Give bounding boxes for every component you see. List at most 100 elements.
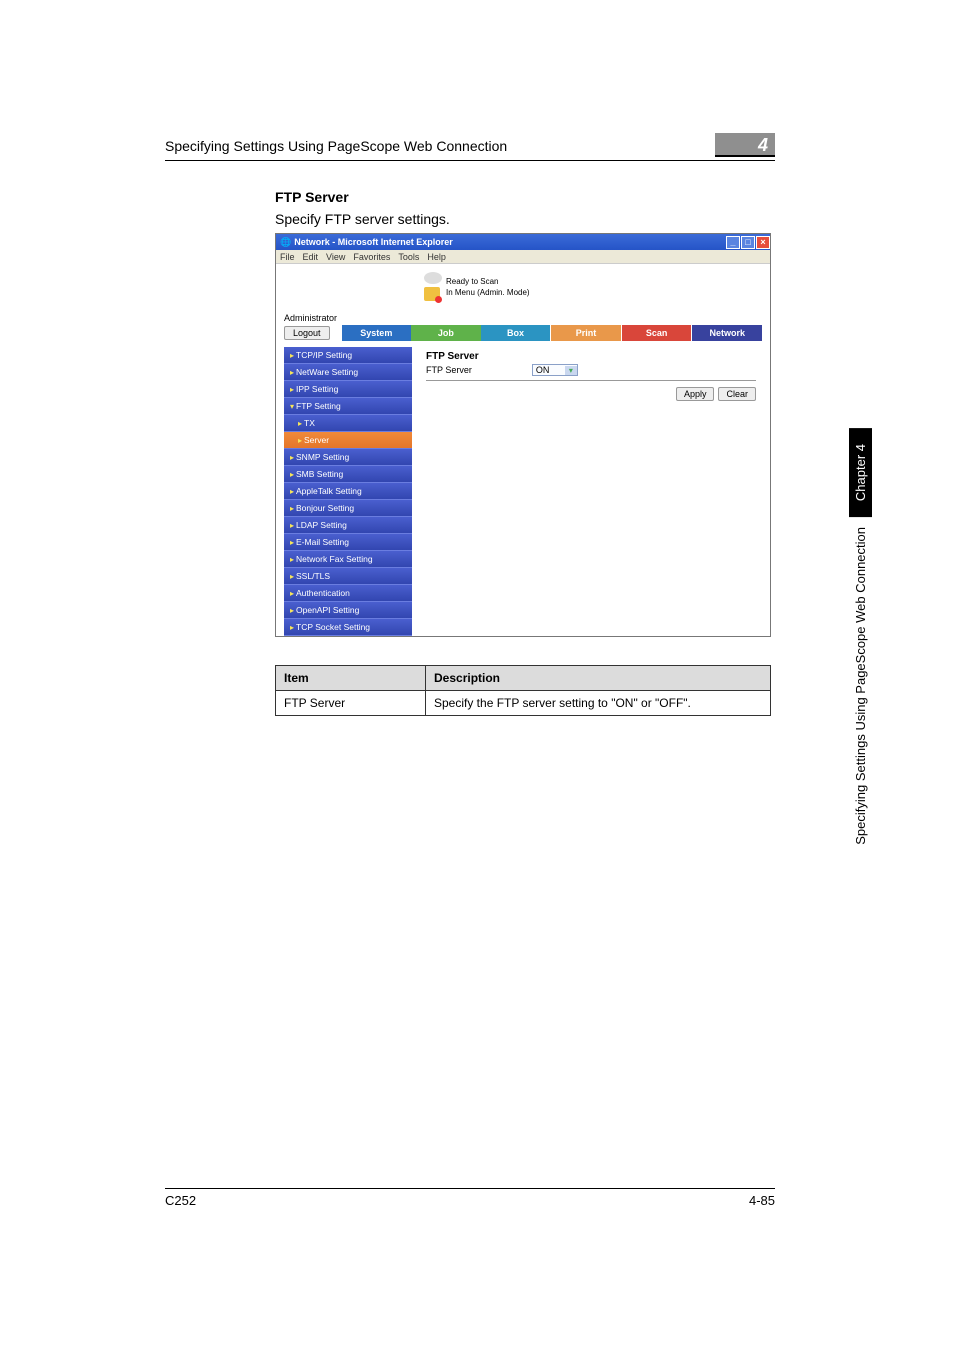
sidebar-item[interactable]: ▸TCP Socket Setting <box>284 619 412 636</box>
sidebar-item[interactable]: ▸SMB Setting <box>284 466 412 483</box>
chevron-down-icon: ▾ <box>565 366 577 375</box>
section-description: Specify FTP server settings. <box>275 211 775 227</box>
table-cell-desc: Specify the FTP server setting to "ON" o… <box>426 691 771 716</box>
caret-right-icon: ▸ <box>290 589 294 598</box>
table-head-desc: Description <box>426 666 771 691</box>
sidebar-item-label: SMB Setting <box>296 469 343 479</box>
window-title: Network - Microsoft Internet Explorer <box>294 237 453 247</box>
sidebar-item-label: TCP Socket Setting <box>296 622 370 632</box>
sidebar-item-label: E-Mail Setting <box>296 537 349 547</box>
sidebar-item-label: TX <box>304 418 315 428</box>
sidebar-item[interactable]: ▸OpenAPI Setting <box>284 602 412 619</box>
sidebar-item[interactable]: ▸Network Fax Setting <box>284 551 412 568</box>
caret-right-icon: ▸ <box>290 504 294 513</box>
role-label: Administrator <box>284 313 762 323</box>
tab-job[interactable]: Job <box>411 325 481 341</box>
tab-network[interactable]: Network <box>692 325 762 341</box>
menu-edit[interactable]: Edit <box>303 252 319 262</box>
side-tab-plain: Specifying Settings Using PageScope Web … <box>849 517 872 855</box>
close-icon[interactable]: × <box>756 236 770 249</box>
sidebar-item-label: OpenAPI Setting <box>296 605 359 615</box>
ftp-server-value: ON <box>536 365 550 375</box>
caret-down-icon: ▾ <box>290 402 294 411</box>
sidebar-item-label: SNMP Setting <box>296 452 349 462</box>
apply-button[interactable]: Apply <box>676 387 715 401</box>
caret-right-icon: ▸ <box>290 538 294 547</box>
caret-right-icon: ▸ <box>290 351 294 360</box>
sidebar-item-label: IPP Setting <box>296 384 338 394</box>
footer-left: C252 <box>165 1193 196 1208</box>
menu-help[interactable]: Help <box>427 252 446 262</box>
window-menubar[interactable]: File Edit View Favorites Tools Help <box>276 250 770 264</box>
caret-right-icon: ▸ <box>298 436 302 445</box>
printer-icon <box>424 272 442 284</box>
side-chapter-tab: Chapter 4 Specifying Settings Using Page… <box>847 428 873 1148</box>
caret-right-icon: ▸ <box>290 470 294 479</box>
caret-right-icon: ▸ <box>290 623 294 632</box>
side-tab-black: Chapter 4 <box>849 428 872 517</box>
menu-view[interactable]: View <box>326 252 345 262</box>
sidebar-item[interactable]: ▸SSL/TLS <box>284 568 412 585</box>
tab-box[interactable]: Box <box>481 325 551 341</box>
caret-right-icon: ▸ <box>290 368 294 377</box>
sidebar-item[interactable]: ▸LDAP Setting <box>284 517 412 534</box>
ftp-server-select[interactable]: ON ▾ <box>532 364 578 376</box>
sidebar-item-label: AppleTalk Setting <box>296 486 362 496</box>
sidebar-item[interactable]: ▸Bonjour Setting <box>284 500 412 517</box>
sidebar-item-label: Server <box>304 435 329 445</box>
caret-right-icon: ▸ <box>290 521 294 530</box>
caret-right-icon: ▸ <box>290 555 294 564</box>
page-header: Specifying Settings Using PageScope Web … <box>165 133 775 161</box>
chapter-badge: 4 <box>715 133 775 157</box>
sidebar-item-label: Bonjour Setting <box>296 503 354 513</box>
sidebar-item-label: Authentication <box>296 588 350 598</box>
clear-button[interactable]: Clear <box>718 387 756 401</box>
section-title: FTP Server <box>275 189 775 205</box>
page-footer: C252 4-85 <box>165 1188 775 1208</box>
table-cell-item: FTP Server <box>276 691 426 716</box>
window-titlebar: 🌐 Network - Microsoft Internet Explorer … <box>276 234 770 250</box>
caret-right-icon: ▸ <box>290 385 294 394</box>
caret-right-icon: ▸ <box>290 487 294 496</box>
ie-icon: 🌐 <box>280 237 291 248</box>
sidebar-item-label: Network Fax Setting <box>296 554 373 564</box>
sidebar-item[interactable]: ▸IPP Setting <box>284 381 412 398</box>
menu-favorites[interactable]: Favorites <box>353 252 390 262</box>
tab-print[interactable]: Print <box>551 325 621 341</box>
caret-right-icon: ▸ <box>298 419 302 428</box>
sidebar-item-label: FTP Setting <box>296 401 341 411</box>
sidebar-item[interactable]: ▸Authentication <box>284 585 412 602</box>
sidebar-item[interactable]: ▸TCP/IP Setting <box>284 347 412 364</box>
ftp-server-label: FTP Server <box>426 365 472 375</box>
sidebar-item-label: TCP/IP Setting <box>296 350 352 360</box>
caret-right-icon: ▸ <box>290 453 294 462</box>
sidebar-item[interactable]: ▾FTP Setting <box>284 398 412 415</box>
main-panel: FTP Server FTP Server ON ▾ Apply Clear <box>420 347 762 636</box>
sidebar-item-label: LDAP Setting <box>296 520 347 530</box>
embedded-screenshot: 🌐 Network - Microsoft Internet Explorer … <box>275 233 771 637</box>
caret-right-icon: ▸ <box>290 572 294 581</box>
status-mode: In Menu (Admin. Mode) <box>446 288 530 297</box>
minimize-icon[interactable]: _ <box>726 236 740 249</box>
tab-system[interactable]: System <box>342 325 412 341</box>
sidebar-item[interactable]: ▸E-Mail Setting <box>284 534 412 551</box>
panel-heading: FTP Server <box>426 351 756 362</box>
tab-scan[interactable]: Scan <box>622 325 692 341</box>
header-title: Specifying Settings Using PageScope Web … <box>165 138 715 154</box>
caret-right-icon: ▸ <box>290 606 294 615</box>
sidebar-item[interactable]: ▸AppleTalk Setting <box>284 483 412 500</box>
sidebar-item[interactable]: ▸TX <box>284 415 412 432</box>
sidebar-item-label: NetWare Setting <box>296 367 358 377</box>
menu-tools[interactable]: Tools <box>398 252 419 262</box>
menu-file[interactable]: File <box>280 252 295 262</box>
sidebar-item[interactable]: ▸NetWare Setting <box>284 364 412 381</box>
status-ready: Ready to Scan <box>446 277 530 286</box>
footer-right: 4-85 <box>749 1193 775 1208</box>
sidebar-item[interactable]: ▸SNMP Setting <box>284 449 412 466</box>
sidebar-item[interactable]: ▸Server <box>284 432 412 449</box>
sidebar-item-label: SSL/TLS <box>296 571 330 581</box>
table-head-item: Item <box>276 666 426 691</box>
description-table: Item Description FTP ServerSpecify the F… <box>275 665 771 716</box>
logout-button[interactable]: Logout <box>284 326 330 340</box>
maximize-icon[interactable]: □ <box>741 236 755 249</box>
